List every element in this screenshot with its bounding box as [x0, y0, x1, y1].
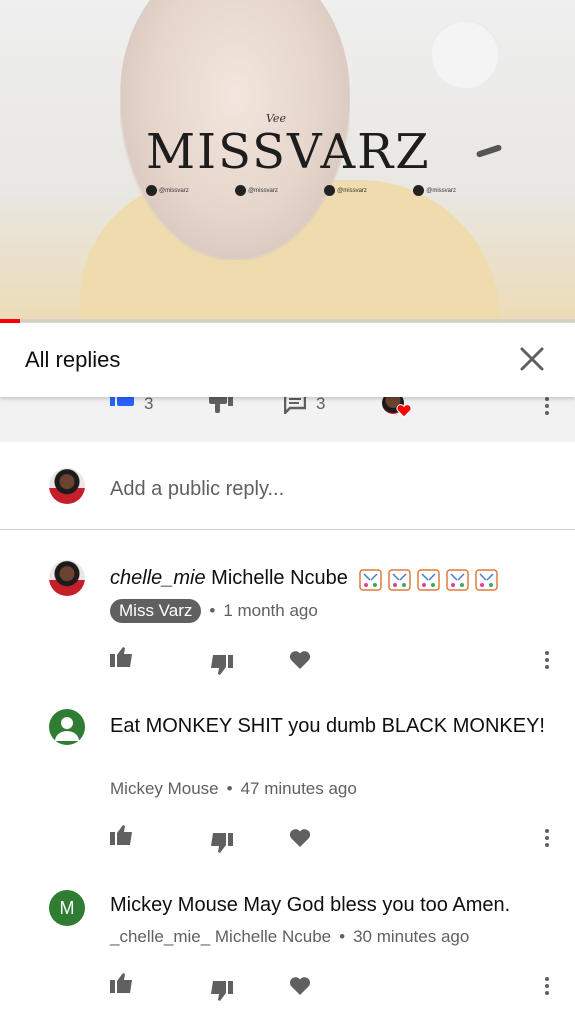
comment-body: Michelle Ncube — [211, 567, 348, 589]
video-frame-bubble — [430, 20, 500, 90]
social-instagram: @missvarz — [324, 185, 367, 196]
replies-header: All replies — [0, 323, 575, 397]
party-popper-emoji-icon — [446, 568, 470, 591]
more-button[interactable] — [538, 650, 556, 670]
parent-like-button[interactable]: 3 — [110, 394, 153, 414]
video-player[interactable]: Vee MISSVARZ @missvarz @missvarz @missva… — [0, 0, 575, 322]
parent-comment-actions: 3 3 — [0, 390, 575, 442]
social-handle: @missvarz — [248, 187, 278, 194]
replies-title: All replies — [25, 347, 121, 372]
comment-author[interactable]: Mickey Mouse — [110, 779, 219, 799]
comment-time: 1 month ago — [223, 601, 318, 620]
comment-meta: Miss Varz • 1 month ago — [110, 599, 318, 623]
social-handle: @missvarz — [159, 187, 189, 194]
parent-dislike-button[interactable] — [209, 394, 233, 414]
heart-button[interactable] — [289, 976, 311, 996]
twitter-icon — [413, 185, 425, 196]
more-button[interactable] — [538, 976, 556, 996]
reply-comment: M Mickey Mouse May God bless you too Ame… — [0, 870, 575, 1024]
thumbs-up-icon — [110, 396, 134, 406]
heart-icon — [289, 651, 311, 669]
comment-text: Eat MONKEY SHIT you dumb BLACK MONKEY! — [110, 715, 545, 737]
heart-icon — [289, 829, 311, 847]
user-avatar — [49, 468, 85, 504]
meta-separator: • — [339, 927, 346, 946]
comment-text: chelle_mie Michelle Ncube — [110, 563, 550, 594]
party-popper-emoji-icon — [475, 568, 499, 591]
default-person-icon — [55, 717, 79, 741]
thumbs-down-icon — [209, 394, 233, 413]
avatar: M — [49, 890, 85, 926]
party-popper-emoji-icon — [388, 568, 412, 591]
parent-more-button[interactable] — [538, 396, 556, 416]
social-handle: @missvarz — [426, 187, 456, 194]
comment-time: 47 minutes ago — [240, 779, 357, 798]
reply-comment: Eat MONKEY SHIT you dumb BLACK MONKEY! M… — [0, 700, 575, 870]
reply-comment: chelle_mie Michelle Ncube Miss Varz • 1 … — [0, 530, 575, 700]
emoji-row — [357, 566, 502, 592]
parent-like-count: 3 — [144, 394, 154, 413]
parent-reply-count: 3 — [316, 394, 326, 413]
more-button[interactable] — [538, 828, 556, 848]
dislike-button[interactable] — [209, 832, 233, 854]
more-vert-icon — [545, 977, 549, 995]
brand-swoosh — [475, 144, 503, 158]
comment-author[interactable]: _chelle_mie_ Michelle Ncube — [110, 927, 331, 947]
comment-meta: _chelle_mie_ Michelle Ncube • 30 minutes… — [110, 927, 469, 947]
comment-icon — [284, 394, 306, 414]
like-button[interactable] — [110, 646, 134, 668]
more-vert-icon — [545, 829, 549, 847]
comment-meta: Mickey Mouse • 47 minutes ago — [110, 779, 357, 799]
add-reply-row: Add a public reply... — [0, 442, 575, 530]
avatar — [49, 560, 85, 596]
more-vert-icon — [545, 397, 549, 415]
thumbs-up-icon — [110, 973, 132, 993]
facebook-icon — [146, 185, 157, 196]
snapchat-icon — [235, 185, 247, 196]
author-badge[interactable]: Miss Varz — [110, 599, 202, 623]
video-brand-title: MISSVARZ — [146, 124, 431, 180]
more-vert-icon — [545, 651, 549, 669]
thumbs-down-icon — [211, 655, 233, 675]
heart-button[interactable] — [289, 650, 311, 670]
meta-separator: • — [226, 779, 233, 798]
parent-replies-button[interactable]: 3 — [284, 394, 325, 414]
heart-button[interactable] — [289, 828, 311, 848]
thumbs-down-icon — [211, 981, 233, 1001]
heart-icon — [396, 404, 412, 418]
instagram-icon — [324, 185, 336, 196]
comment-text: Mickey Mouse May God bless you too Amen. — [110, 894, 511, 916]
party-popper-emoji-icon — [359, 568, 383, 591]
mention-prefix: chelle_mie — [110, 567, 206, 589]
thumbs-up-icon — [110, 647, 132, 667]
thumbs-up-icon — [110, 825, 132, 845]
dislike-button[interactable] — [209, 654, 233, 676]
video-socials: @missvarz @missvarz @missvarz @missvarz — [146, 185, 456, 196]
party-popper-emoji-icon — [417, 568, 441, 591]
social-facebook: @missvarz — [146, 185, 189, 196]
like-button[interactable] — [110, 972, 134, 994]
meta-separator: • — [209, 601, 216, 620]
social-twitter: @missvarz — [413, 185, 456, 196]
thumbs-down-icon — [211, 833, 233, 853]
dislike-button[interactable] — [209, 980, 233, 1002]
close-icon — [520, 347, 544, 371]
heart-icon — [289, 977, 311, 995]
social-snapchat: @missvarz — [235, 185, 278, 196]
comment-time: 30 minutes ago — [353, 927, 470, 946]
like-button[interactable] — [110, 824, 134, 846]
reply-input[interactable]: Add a public reply... — [110, 478, 284, 501]
avatar — [49, 709, 85, 745]
close-button[interactable] — [514, 341, 550, 377]
social-handle: @missvarz — [337, 187, 367, 194]
